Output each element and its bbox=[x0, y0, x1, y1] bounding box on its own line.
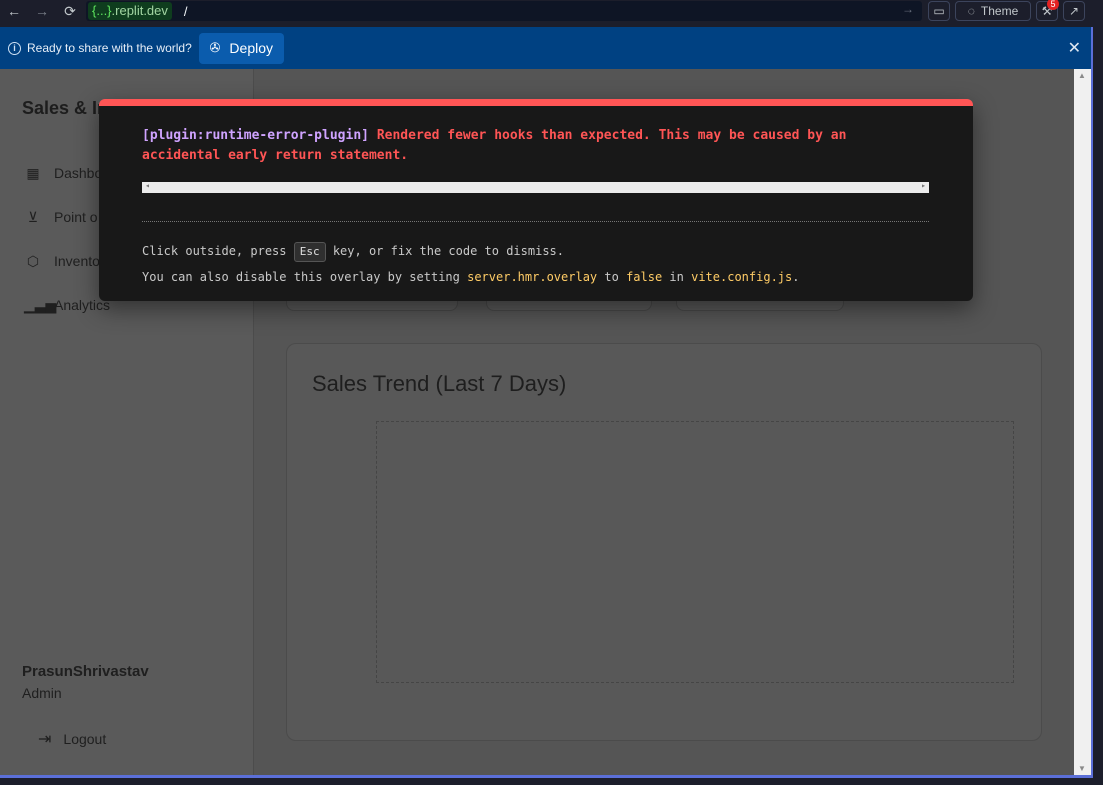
code-snippet: false bbox=[626, 270, 663, 284]
close-icon[interactable]: ✕ bbox=[1068, 38, 1081, 58]
url-host-prefix: {...} bbox=[92, 3, 112, 18]
go-arrow-icon[interactable]: → bbox=[902, 2, 914, 16]
tip-text: to bbox=[597, 270, 627, 284]
scroll-left-icon[interactable]: ◂ bbox=[145, 181, 150, 190]
brand-title: Sales & In bbox=[22, 98, 109, 118]
url-host: {...}.replit.dev bbox=[88, 2, 172, 20]
scroll-down-icon[interactable]: ▼ bbox=[1078, 764, 1086, 773]
logout-label: Logout bbox=[63, 731, 107, 747]
user-name: PrasunShrivastav bbox=[22, 663, 149, 680]
chart-placeholder bbox=[376, 421, 1014, 683]
open-new-tab-button[interactable]: ↗ bbox=[1063, 1, 1085, 21]
esc-key: Esc bbox=[293, 242, 326, 262]
theme-label: Theme bbox=[980, 4, 1019, 18]
divider bbox=[142, 221, 929, 222]
monitor-icon: ▭ bbox=[933, 4, 945, 18]
info-icon: i bbox=[8, 41, 21, 55]
box-icon: ⬡ bbox=[26, 252, 40, 269]
url-field[interactable]: {...}.replit.dev / → bbox=[86, 1, 922, 21]
notification-badge: 5 bbox=[1047, 0, 1059, 10]
code-snippet: vite.config.js bbox=[691, 270, 793, 284]
palette-icon: ◌ bbox=[967, 4, 975, 18]
sidebar-item-point-of-sale[interactable]: ⊻ Point o bbox=[24, 205, 98, 229]
sidebar-item-dashboard[interactable]: ▦ Dashbo bbox=[24, 161, 102, 185]
url-host-suffix: .replit.dev bbox=[111, 3, 168, 18]
grid-icon: ▦ bbox=[26, 164, 40, 181]
scroll-right-icon[interactable]: ▸ bbox=[921, 181, 926, 190]
error-frame-scroll[interactable]: ◂ ▸ bbox=[142, 181, 929, 193]
sidebar-item-analytics[interactable]: ▁▃▅ Analytics bbox=[24, 293, 110, 317]
dismiss-tip: Click outside, press Esc key, or fix the… bbox=[142, 242, 564, 262]
back-icon[interactable]: ← bbox=[0, 0, 28, 22]
reload-icon[interactable]: ⟳ bbox=[56, 0, 84, 22]
deploy-button[interactable]: ✇ Deploy bbox=[198, 32, 284, 64]
frame-border bbox=[1091, 27, 1093, 778]
tip-text: Click outside, press bbox=[142, 244, 294, 258]
bar-chart-icon: ▁▃▅ bbox=[24, 296, 57, 313]
theme-button[interactable]: ◌ Theme bbox=[955, 1, 1031, 21]
tip-text: . bbox=[792, 270, 800, 284]
chart-title: Sales Trend (Last 7 Days) bbox=[312, 371, 567, 396]
error-plugin: [plugin:runtime-error-plugin] bbox=[142, 128, 369, 143]
error-message: [plugin:runtime-error-plugin] Rendered f… bbox=[142, 126, 932, 166]
code-snippet: server.hmr.overlay bbox=[467, 270, 598, 284]
forward-icon[interactable]: → bbox=[28, 0, 56, 22]
sidebar-item-label: Dashbo bbox=[54, 165, 103, 181]
disable-tip: You can also disable this overlay by set… bbox=[142, 270, 799, 284]
frame-border bbox=[0, 775, 1093, 778]
logout-icon: ⇥ bbox=[38, 731, 52, 748]
tip-text: You can also disable this overlay by set… bbox=[142, 270, 468, 284]
rocket-icon: ✇ bbox=[209, 40, 221, 55]
device-preview-button[interactable]: ▭ bbox=[928, 1, 950, 21]
user-role: Admin bbox=[22, 685, 62, 701]
deploy-label: Deploy bbox=[229, 40, 274, 56]
logout-button[interactable]: ⇥ Logout bbox=[38, 729, 106, 749]
sidebar-item-label: Point o bbox=[54, 209, 98, 225]
sidebar-item-inventory[interactable]: ⬡ Invento bbox=[24, 249, 100, 273]
scroll-up-icon[interactable]: ▲ bbox=[1078, 71, 1086, 80]
error-overlay[interactable]: [plugin:runtime-error-plugin] Rendered f… bbox=[99, 99, 973, 301]
cart-icon: ⊻ bbox=[27, 208, 39, 225]
tip-text: in bbox=[662, 270, 692, 284]
url-path: / bbox=[183, 3, 188, 19]
browser-toolbar: ← → ⟳ {...}.replit.dev / → ▭ ◌ Theme ⚒ 5… bbox=[0, 0, 1103, 22]
devtools-button[interactable]: ⚒ 5 bbox=[1036, 0, 1059, 21]
deploy-banner: i Ready to share with the world? ✇ Deplo… bbox=[0, 27, 1093, 69]
deploy-message: Ready to share with the world? bbox=[27, 41, 192, 55]
sidebar-item-label: Invento bbox=[54, 253, 100, 269]
scrollbar[interactable]: ▲ ▼ bbox=[1074, 69, 1091, 775]
tip-text: key, or fix the code to dismiss. bbox=[325, 244, 565, 258]
sales-trend-card: Sales Trend (Last 7 Days) bbox=[286, 343, 1042, 741]
external-link-icon: ↗ bbox=[1068, 4, 1080, 18]
